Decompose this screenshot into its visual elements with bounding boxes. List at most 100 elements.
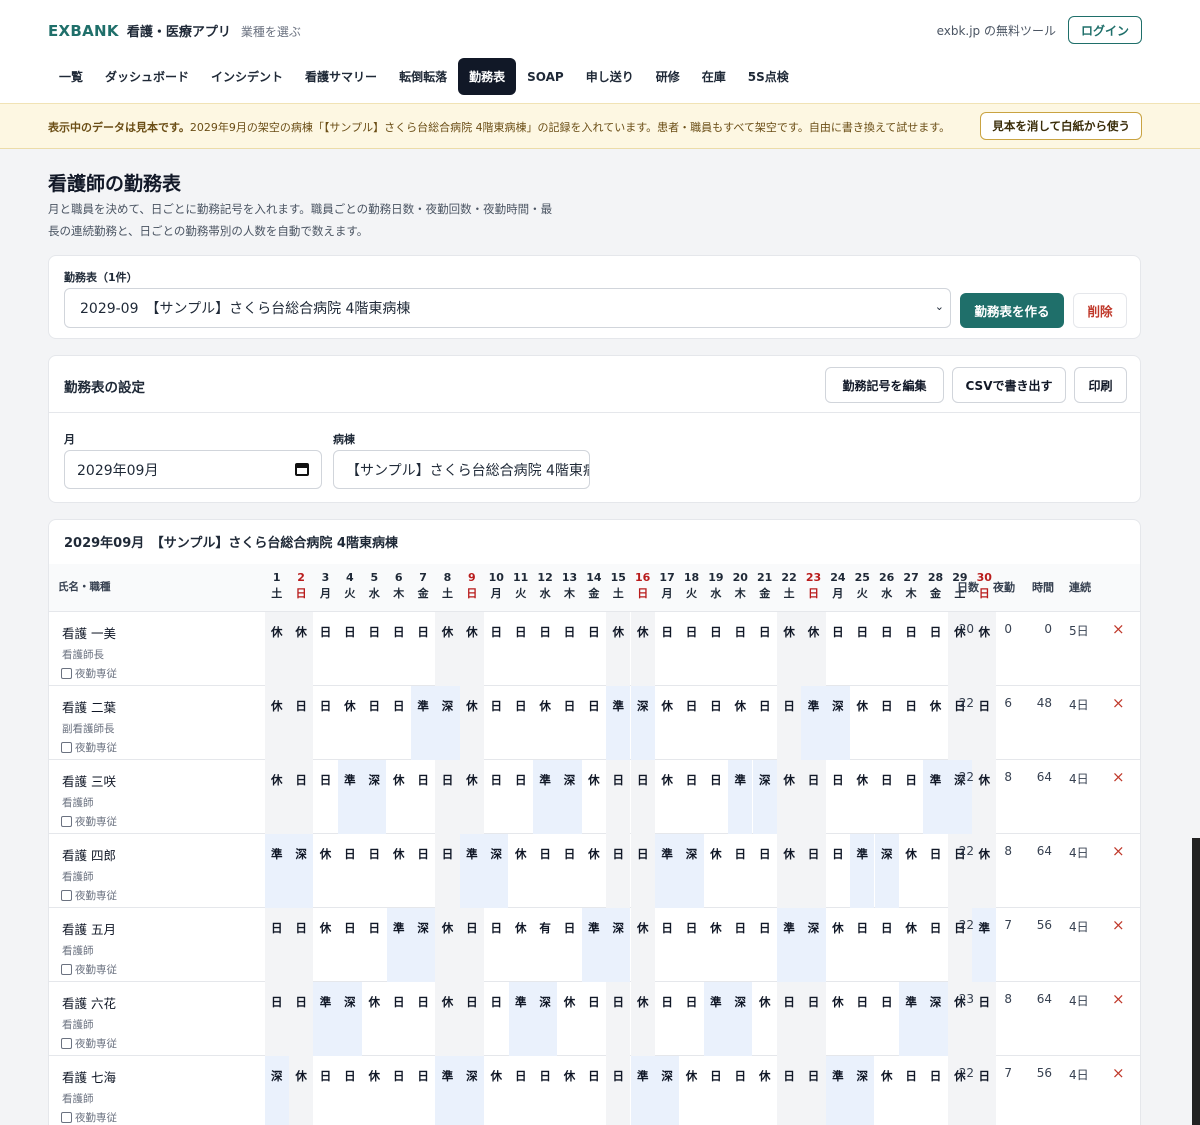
remove-row-icon[interactable]: ×	[1112, 768, 1125, 786]
shift-cell[interactable]: 準	[972, 908, 997, 982]
roster-select[interactable]: 2029-09 【サンプル】さくら台総合病院 4階東病棟 ⌄	[64, 288, 951, 328]
shift-cell[interactable]: 日	[582, 612, 606, 686]
shift-cell[interactable]: 日	[801, 760, 826, 834]
shift-cell[interactable]: 深	[728, 982, 753, 1056]
shift-cell[interactable]: 準	[313, 982, 338, 1056]
shift-cell[interactable]: 深	[801, 908, 826, 982]
shift-cell[interactable]: 日	[826, 612, 850, 686]
shift-cell[interactable]: 休	[557, 982, 581, 1056]
shift-cell[interactable]: 休	[313, 834, 337, 908]
shift-cell[interactable]: 休	[923, 686, 947, 760]
shift-cell[interactable]: 日	[753, 612, 777, 686]
month-input[interactable]: 2029年09月	[64, 450, 322, 489]
night-only-checkbox[interactable]	[61, 742, 72, 753]
night-only-toggle[interactable]: 夜勤専従	[61, 1110, 117, 1125]
clear-sample-button[interactable]: 見本を消して白紙から使う	[980, 112, 1142, 140]
shift-cell[interactable]: 日	[484, 760, 508, 834]
shift-cell[interactable]: 日	[362, 908, 386, 982]
night-only-toggle[interactable]: 夜勤専従	[61, 666, 117, 681]
shift-cell[interactable]: 休	[728, 686, 752, 760]
shift-cell[interactable]: 準	[410, 686, 436, 760]
shift-cell[interactable]: 日	[484, 612, 508, 686]
shift-cell[interactable]: 深	[288, 834, 314, 908]
shift-cell[interactable]: 深	[459, 1056, 485, 1125]
shift-cell[interactable]: 休	[338, 686, 362, 760]
shift-cell[interactable]: 休	[387, 834, 411, 908]
shift-cell[interactable]: 日	[776, 1056, 802, 1125]
shift-cell[interactable]: 休	[435, 908, 460, 982]
shift-cell[interactable]: 日	[313, 612, 337, 686]
night-only-toggle[interactable]: 夜勤専従	[61, 740, 117, 755]
shift-cell[interactable]: 日	[679, 760, 703, 834]
shift-cell[interactable]: 日	[533, 1056, 557, 1125]
shift-cell[interactable]: 休	[972, 760, 997, 834]
shift-cell[interactable]: 深	[752, 760, 777, 834]
shift-cell[interactable]: 深	[410, 908, 436, 982]
shift-cell[interactable]: 日	[338, 1056, 362, 1125]
shift-cell[interactable]: 休	[704, 908, 728, 982]
shift-cell[interactable]: 日	[264, 908, 289, 982]
shift-cell[interactable]: 深	[850, 1056, 875, 1125]
shift-cell[interactable]: 日	[875, 908, 899, 982]
shift-cell[interactable]: 日	[264, 982, 289, 1056]
shift-cell[interactable]: 休	[630, 908, 655, 982]
shift-cell[interactable]: 休	[459, 686, 485, 760]
edit-shift-codes-button[interactable]: 勤務記号を編集	[825, 367, 944, 403]
night-only-checkbox[interactable]	[61, 1038, 72, 1049]
remove-row-icon[interactable]: ×	[1112, 1064, 1125, 1082]
remove-row-icon[interactable]: ×	[1112, 694, 1125, 712]
shift-cell[interactable]: 休	[582, 834, 606, 908]
shift-cell[interactable]: 日	[338, 908, 362, 982]
shift-cell[interactable]: 日	[533, 834, 557, 908]
shift-cell[interactable]: 休	[387, 760, 411, 834]
shift-cell[interactable]: 日	[704, 686, 728, 760]
shift-cell[interactable]: 日	[728, 834, 752, 908]
shift-cell[interactable]: 準	[435, 1056, 460, 1125]
shift-cell[interactable]: 深	[874, 834, 899, 908]
shift-cell[interactable]: 準	[581, 908, 607, 982]
shift-cell[interactable]: 日	[362, 834, 386, 908]
shift-cell[interactable]: 休	[776, 834, 802, 908]
shift-cell[interactable]: 休	[435, 612, 460, 686]
shift-cell[interactable]: 日	[826, 760, 850, 834]
nav-tab[interactable]: 転倒転落	[388, 58, 458, 95]
nav-tab[interactable]: ダッシュボード	[94, 58, 200, 95]
shift-cell[interactable]: 日	[972, 1056, 997, 1125]
shift-cell[interactable]: 深	[923, 982, 948, 1056]
shift-cell[interactable]: 準	[264, 834, 289, 908]
shift-cell[interactable]: 日	[582, 1056, 606, 1125]
employee-name[interactable]: 看護 七海	[62, 1067, 116, 1086]
shift-cell[interactable]: 休	[557, 1056, 581, 1125]
shift-cell[interactable]: 日	[753, 834, 777, 908]
shift-cell[interactable]: 日	[435, 834, 460, 908]
shift-cell[interactable]: 休	[582, 760, 606, 834]
shift-cell[interactable]: 日	[288, 982, 314, 1056]
shift-cell[interactable]: 休	[630, 982, 655, 1056]
shift-cell[interactable]: 日	[557, 612, 581, 686]
night-only-checkbox[interactable]	[61, 964, 72, 975]
shift-cell[interactable]: 深	[679, 834, 704, 908]
shift-cell[interactable]: 日	[533, 612, 557, 686]
shift-cell[interactable]: 休	[655, 686, 679, 760]
exbank-logo[interactable]: EXBANK	[48, 22, 119, 40]
shift-cell[interactable]: 日	[899, 686, 923, 760]
shift-cell[interactable]: 休	[362, 1056, 386, 1125]
shift-cell[interactable]: 日	[484, 982, 508, 1056]
shift-cell[interactable]: 日	[582, 982, 606, 1056]
shift-cell[interactable]: 準	[386, 908, 411, 982]
remove-row-icon[interactable]: ×	[1112, 842, 1125, 860]
shift-cell[interactable]: 日	[899, 612, 923, 686]
shift-cell[interactable]: 日	[338, 834, 362, 908]
shift-cell[interactable]: 日	[972, 982, 997, 1056]
shift-cell[interactable]: 日	[899, 760, 923, 834]
shift-cell[interactable]: 日	[655, 908, 679, 982]
night-only-checkbox[interactable]	[61, 1112, 72, 1123]
shift-cell[interactable]: 日	[923, 908, 947, 982]
shift-cell[interactable]: 日	[753, 908, 777, 982]
night-only-toggle[interactable]: 夜勤専従	[61, 888, 117, 903]
shift-cell[interactable]: 日	[509, 686, 533, 760]
shift-cell[interactable]: 深	[557, 760, 582, 834]
shift-cell[interactable]: 日	[411, 1056, 435, 1125]
shift-cell[interactable]: 深	[654, 1056, 680, 1125]
shift-cell[interactable]: 深	[362, 760, 387, 834]
